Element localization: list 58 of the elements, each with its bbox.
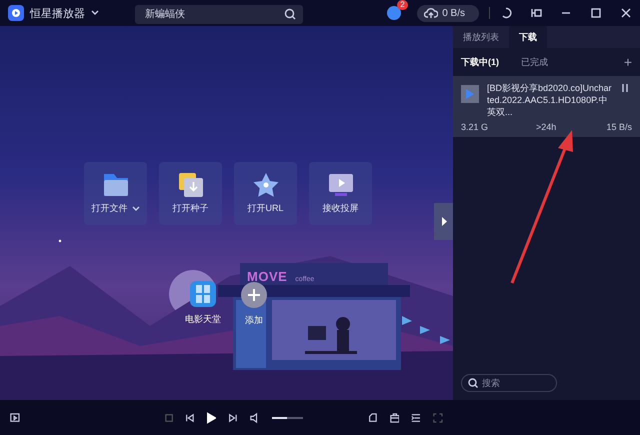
tag-icon[interactable]: [368, 412, 378, 424]
download-speed: 15 B/s: [606, 122, 632, 132]
fullscreen-icon[interactable]: [433, 412, 443, 424]
toolbox-icon[interactable]: [390, 412, 400, 424]
screen-play-icon[interactable]: [10, 412, 20, 424]
pin-icon[interactable]: [530, 7, 542, 19]
maximize-icon[interactable]: [590, 7, 602, 19]
app-name[interactable]: 恒星播放器: [30, 6, 85, 20]
search-field[interactable]: 新蝙蝠侠: [135, 4, 303, 24]
pause-icon[interactable]: [621, 82, 629, 94]
app-logo-icon: [8, 5, 24, 21]
chevron-down-icon[interactable]: [91, 10, 99, 16]
shortcut-item[interactable]: 添加: [240, 281, 268, 327]
quick-action-label: 接收投屏: [322, 202, 358, 215]
file-size: 3.21 G: [461, 122, 488, 132]
star-icon: [252, 172, 280, 198]
playlist-icon[interactable]: [411, 412, 422, 424]
cloud-upload-icon[interactable]: [424, 8, 438, 18]
download-item[interactable]: [BD影视分享bd2020.co]Uncharted.2022.AAC5.1.HD1080P.中英双... 3.21 G >24h 15 B/s: [453, 76, 640, 137]
plus-icon: [240, 281, 268, 309]
quick-action-button[interactable]: 打开文件: [84, 162, 147, 225]
quick-action-button[interactable]: 打开URL: [234, 162, 297, 225]
panel-tab[interactable]: 下载: [509, 26, 547, 48]
video-thumbnail-icon: [461, 85, 479, 103]
close-icon[interactable]: [620, 7, 632, 19]
stop-icon[interactable]: [164, 412, 173, 422]
add-button[interactable]: +: [624, 54, 632, 70]
folder-icon: [102, 172, 130, 198]
quick-action-button[interactable]: 接收投屏: [309, 162, 372, 225]
quick-action-button[interactable]: 打开种子: [159, 162, 222, 225]
download-filter-tab[interactable]: 已完成: [521, 56, 548, 68]
arrow-right-icon: [440, 217, 446, 226]
notification-icon[interactable]: [387, 6, 402, 20]
quick-action-label: 打开种子: [172, 202, 208, 215]
expand-panel-button[interactable]: [434, 203, 453, 240]
notification-badge: 2: [397, 0, 408, 10]
previous-icon[interactable]: [184, 412, 195, 424]
play-icon[interactable]: [206, 410, 216, 424]
download-filter-tab[interactable]: 下载中(1): [461, 56, 499, 68]
search-icon[interactable]: [468, 378, 478, 388]
refresh-icon[interactable]: [500, 7, 512, 19]
time-remaining: >24h: [536, 122, 556, 132]
quick-action-label: 打开URL: [247, 202, 284, 215]
download-title: [BD影视分享bd2020.co]Uncharted.2022.AAC5.1.HD1080P.中英双...: [487, 82, 613, 118]
panel-search-field[interactable]: 搜索: [461, 374, 557, 392]
speed-indicator[interactable]: 0 B/s: [417, 4, 479, 22]
bunting-drawing: [402, 316, 450, 344]
volume-icon[interactable]: [250, 412, 260, 424]
download-file-icon: [176, 172, 204, 198]
search-icon[interactable]: [284, 8, 296, 20]
next-icon[interactable]: [228, 412, 238, 424]
star-dot: [58, 240, 62, 242]
sign-title: MOVE: [247, 269, 288, 284]
screen-play-icon: [326, 172, 354, 198]
chevron-down-icon[interactable]: [132, 206, 140, 212]
film-icon: [189, 280, 217, 308]
quick-action-label: 打开文件: [92, 202, 128, 215]
shortcut-item[interactable]: 电影天堂: [185, 280, 221, 326]
